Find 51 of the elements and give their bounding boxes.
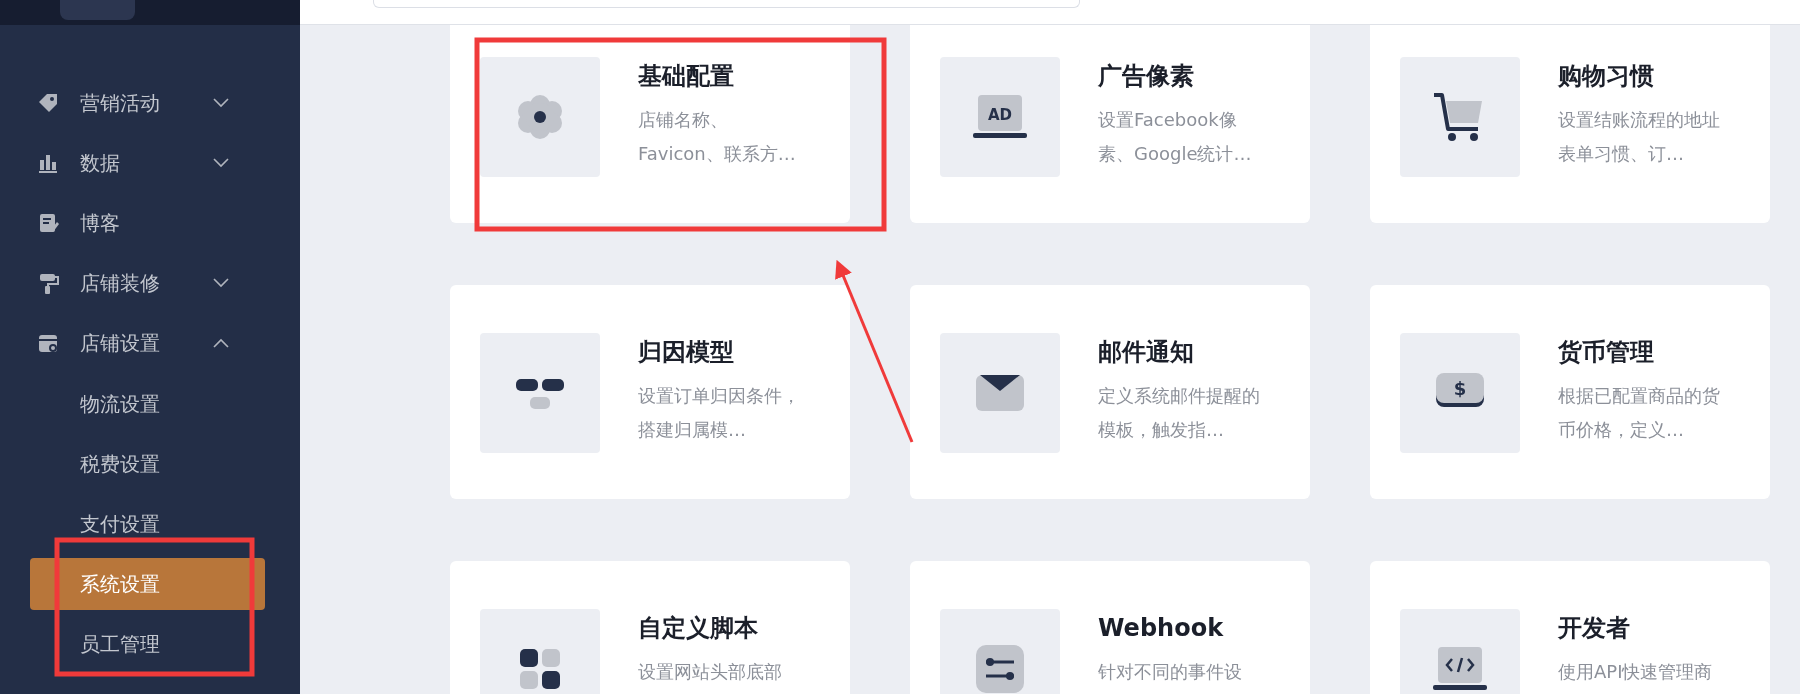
card-description: 使用API快速管理商	[1558, 660, 1714, 684]
sidebar-subitem[interactable]: 物流设置	[30, 378, 265, 430]
settings-card[interactable]: AD 广告像素 设置Facebook像素、Google统计…	[910, 25, 1310, 223]
card-description: 设置结账流程的地址表单习惯、订…	[1558, 108, 1721, 166]
sidebar-subitem[interactable]: 支付设置	[30, 498, 265, 550]
sidebar-item[interactable]: 店铺装修	[80, 268, 212, 298]
card-description: 设置网站头部底部	[638, 660, 783, 684]
chevron-down-icon[interactable]	[212, 97, 230, 109]
card-title: Webhook	[1098, 613, 1225, 643]
card-description: 设置订单归因条件，搭建归属模…	[638, 384, 801, 442]
sidebar-item[interactable]: 数据	[80, 148, 212, 178]
bar-chart-icon	[37, 152, 59, 174]
sidebar-item[interactable]: 营销活动	[80, 88, 212, 118]
chevron-up-icon[interactable]	[212, 337, 230, 349]
card-title: 开发者	[1558, 613, 1631, 643]
sidebar-subitem[interactable]: 系统设置	[30, 558, 265, 610]
settings-card[interactable]: 购物习惯 设置结账流程的地址表单习惯、订…	[1370, 25, 1770, 223]
settings-card[interactable]: 基础配置 店铺名称、Favicon、联系方…	[450, 25, 850, 223]
chevron-down-icon[interactable]	[212, 277, 230, 289]
card-title: 归因模型	[638, 337, 735, 367]
settings-card[interactable]: $ 货币管理 根据已配置商品的货币价格，定义…	[1370, 285, 1770, 499]
card-icon	[1436, 373, 1484, 407]
card-description: 店铺名称、Favicon、联系方…	[638, 108, 797, 166]
card-description: 定义系统邮件提醒的模板，触发指…	[1098, 384, 1261, 442]
sidebar-item[interactable]: 博客	[80, 208, 230, 238]
sidebar-subitem[interactable]: 税费设置	[30, 438, 265, 490]
settings-card[interactable]: Webhook 针对不同的事件设	[910, 561, 1310, 694]
settings-card[interactable]: 开发者 使用API快速管理商	[1370, 561, 1770, 694]
settings-card[interactable]: 邮件通知 定义系统邮件提醒的模板，触发指…	[910, 285, 1310, 499]
laptop-icon	[973, 95, 1027, 138]
card-title: 货币管理	[1558, 337, 1655, 367]
icon-text: $	[1453, 378, 1467, 399]
card-title: 购物习惯	[1558, 61, 1655, 91]
card-description: 设置Facebook像素、Google统计…	[1098, 108, 1253, 166]
card-title: 自定义脚本	[638, 613, 759, 643]
chevron-down-icon[interactable]	[212, 157, 230, 169]
paint-roller-icon	[37, 272, 59, 294]
tag-icon	[37, 92, 59, 114]
card-title: 广告像素	[1098, 61, 1195, 91]
card-description: 根据已配置商品的货币价格，定义…	[1558, 384, 1721, 442]
card-title: 基础配置	[638, 61, 735, 91]
card-description: 针对不同的事件设	[1098, 660, 1243, 684]
icon-text: AD	[987, 106, 1013, 124]
sidebar-item[interactable]: 店铺设置	[80, 328, 212, 358]
document-edit-icon	[37, 212, 59, 234]
card-title: 邮件通知	[1098, 337, 1195, 367]
search-field[interactable]	[373, 0, 1080, 8]
sidebar-subitem[interactable]: 员工管理	[30, 618, 265, 670]
settings-card[interactable]: 归因模型 设置订单归因条件，搭建归属模…	[450, 285, 850, 499]
store-settings-icon	[37, 332, 59, 354]
settings-card[interactable]: 自定义脚本 设置网站头部底部	[450, 561, 850, 694]
